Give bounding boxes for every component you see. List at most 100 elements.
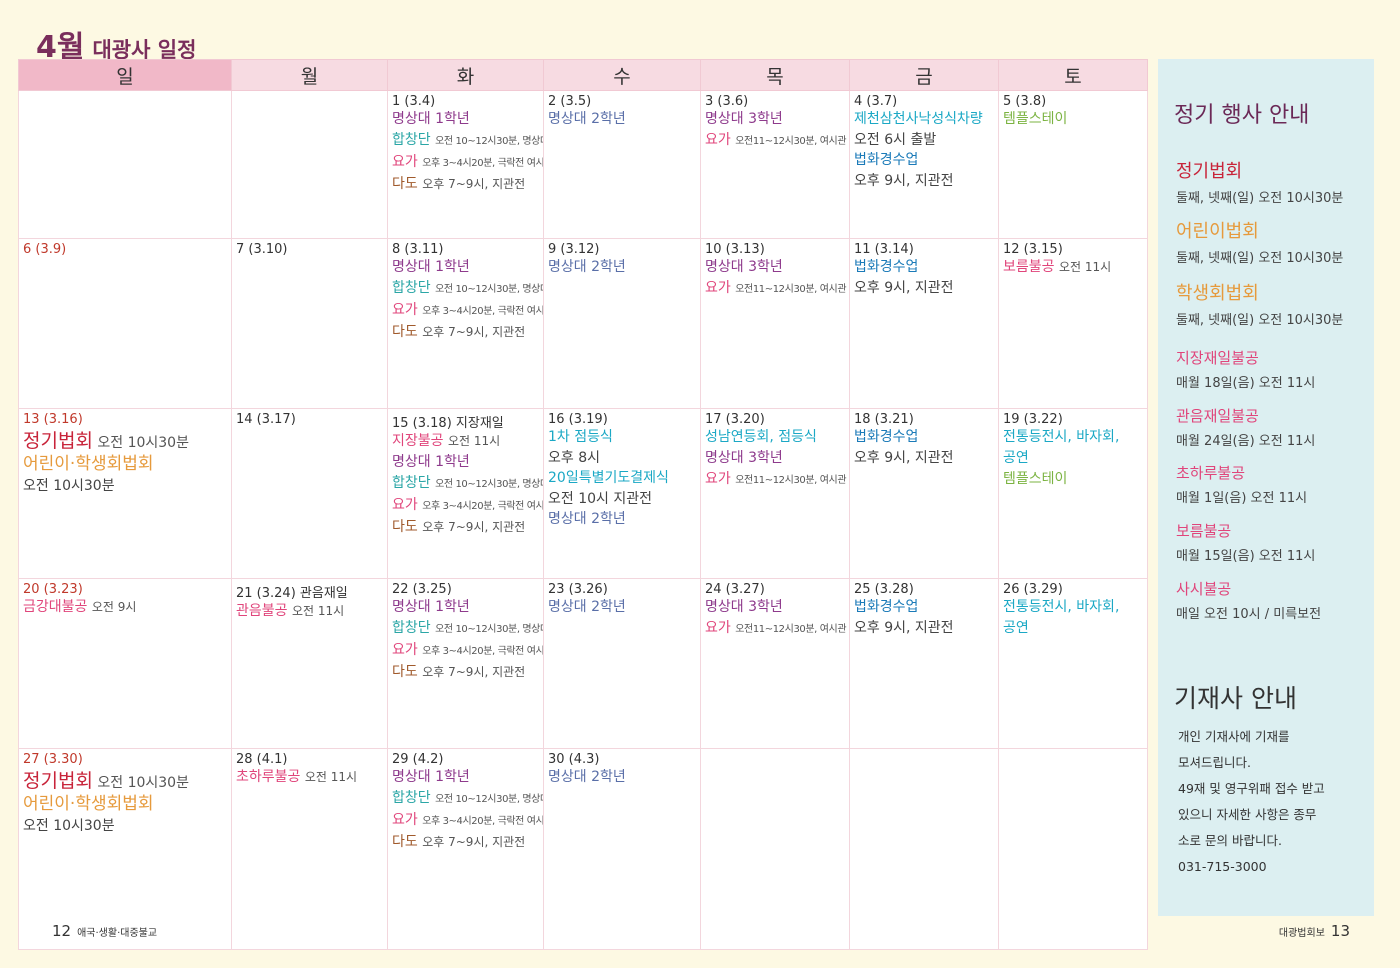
date-number: 24 (3.27) [705,582,765,597]
date-number: 10 (3.13) [705,242,765,257]
event-time: 오후 7~9시, 지관전 [422,325,526,339]
event-detail: 오전 10시 지관전 [548,491,652,507]
event-name: 명상대 2학년 [548,259,626,275]
event: 템플스테이 [1003,469,1143,490]
event: 템플스테이 [1003,109,1143,130]
day-cell: 28 (4.1) 초하루불공 오전 11시 [231,748,388,950]
day-cell: 16 (3.19) 1차 점등식 오후 8시 20일특별기도결제식 오전 10시 지관전… [543,408,701,579]
event: 명상대 1학년 [392,767,539,788]
event-name: 명상대 1학년 [392,769,470,785]
info-line: 있으니 자세한 사항은 종무 [1178,807,1317,822]
regular-event-label: 사시불공 [1176,580,1232,598]
event: 요가 오전11~12시30분, 여시관 [705,278,847,300]
day-cell: 17 (3.20) 성남연등회, 점등식 명상대 3학년 요가 오전11~12시30분… [700,408,850,579]
date-number: 4 (3.7) [854,94,898,109]
event: 요가 오전11~12시30분, 여시관 [705,618,847,640]
weekday-header: 일 월 화 수 목 금 토 [18,59,1148,91]
event: 명상대 2학년 [548,767,696,788]
date-number: 26 (3.29) [1003,582,1063,597]
regular-event-item: 정기법회 둘째, 넷째(일) 오전 10시30분 [1176,157,1343,206]
weekday-tue: 화 [387,59,544,91]
day-cell: 14 (3.17) [231,408,388,579]
date-number: 18 (3.21) [854,412,914,427]
regular-event-schedule: 매일 오전 10시 / 미륵보전 [1176,607,1322,622]
date-number: 11 (3.14) [854,242,914,257]
event: 다도 오후 7~9시, 지관전 [392,662,539,683]
day-cell: 21 (3.24) 관음재일 관음불공 오전 11시 [231,578,388,749]
event: 다도 오후 7~9시, 지관전 [392,322,539,343]
event-name: 요가 [392,302,418,318]
day-cell: 5 (3.8) 템플스테이 [998,90,1148,239]
day-cell: 30 (4.3) 명상대 2학년 [543,748,701,950]
event-time: 오전11~12시30분, 여시관 [735,284,847,295]
day-cell: 26 (3.29) 전통등전시, 바자회, 공연 [998,578,1148,749]
day-cell: 22 (3.25) 명상대 1학년합창단 오전 10~12시30분, 명상대 강의… [387,578,544,749]
date-number: 1 (3.4) [392,94,436,109]
event: 전통등전시, 바자회, [1003,597,1143,618]
event: 요가 오후 3~4시20분, 극락전 여시관 [392,152,543,174]
event-name: 공연 [1003,620,1029,636]
date-number: 14 (3.17) [236,412,296,427]
event-detail: 오후 9시, 지관전 [854,450,954,466]
event-name: 명상대 3학년 [705,259,783,275]
event-name: 명상대 2학년 [548,769,626,785]
day-cell [231,90,388,239]
event-time: 오전 9시 [91,600,137,614]
date-number: 2 (3.5) [548,94,592,109]
weekday-sat: 토 [998,59,1148,91]
date-number: 21 (3.24) 관음재일 [236,586,348,601]
event-name: 다도 [392,324,418,340]
regular-event-item: 보름불공 매월 15일(음) 오전 11시 [1176,520,1315,564]
date-number: 29 (4.2) [392,752,444,767]
memorial-info-title: 기재사 안내 [1174,684,1297,713]
event-detail: 오후 9시, 지관전 [854,280,954,296]
event-time: 오전 10~12시30분, 명상대 강의실 [435,794,542,805]
event-name: 어린이·학생회법회 [23,454,154,474]
event-time: 오전 10~12시30분, 명상대 강의실 [435,284,542,295]
event: 법화경수업 [854,427,994,448]
regular-event-label: 지장재일불공 [1176,349,1259,367]
day-cell [998,748,1148,950]
date-number: 25 (3.28) [854,582,914,597]
day-cell: 13 (3.16) 정기법회 오전 10시30분 어린이·학생회법회 오전 10시30… [18,408,232,579]
event: 지장불공 오전 11시 [392,431,539,452]
event: 명상대 2학년 [548,257,696,278]
regular-event-schedule: 매월 24일(음) 오전 11시 [1176,434,1316,449]
regular-event-label: 보름불공 [1176,522,1232,540]
event-detail: 오후 8시 [548,450,600,466]
event: 성남연등회, 점등식 [705,427,845,448]
event-name: 합창단 [392,790,431,806]
event: 정기법회 오전 10시30분 [23,431,227,454]
regular-events-title: 정기 행사 안내 [1174,103,1310,128]
event-time: 오후 3~4시20분, 극락전 여시관 [422,646,544,657]
day-cell [849,748,999,950]
event: 보름불공 오전 11시 [1003,257,1143,278]
event: 법화경수업 [854,150,994,171]
regular-events-panel: 정기 행사 안내 정기법회 둘째, 넷째(일) 오전 10시30분 어린이법회 둘째,… [1158,59,1374,916]
event-name: 법화경수업 [854,259,919,275]
regular-event-label: 관음재일불공 [1176,407,1259,425]
event-detail: 오전 6시 출발 [854,132,937,148]
event: 명상대 3학년 [705,257,845,278]
day-cell: 19 (3.22) 전통등전시, 바자회, 공연 템플스테이 [998,408,1148,579]
footer-slogan: 애국·생활·대중불교 [77,928,158,939]
event-name: 법화경수업 [854,599,919,615]
day-cell: 3 (3.6) 명상대 3학년 요가 오전11~12시30분, 여시관 [700,90,850,239]
event: 합창단 오전 10~12시30분, 명상대 강의실 [392,130,543,152]
event: 초하루불공 오전 11시 [236,767,383,788]
event-name: 명상대 1학년 [392,454,470,470]
day-cell [18,90,232,239]
date-number: 22 (3.25) [392,582,452,597]
event-name: 제천삼천사낙성식차량 [854,111,983,127]
event-detail: 오전 10시30분 [23,818,115,834]
regular-event-item: 초하루불공 매월 1일(음) 오전 11시 [1176,462,1307,506]
footer-publication: 대광법회보 [1278,928,1325,939]
date-number: 23 (3.26) [548,582,608,597]
event: 요가 오전11~12시30분, 여시관 [705,130,847,152]
regular-event-schedule: 둘째, 넷째(일) 오전 10시30분 [1176,313,1344,328]
day-cell: 2 (3.5) 명상대 2학년 [543,90,701,239]
event-name: 정기법회 [23,770,93,792]
event-name: 다도 [392,834,418,850]
day-cell: 10 (3.13) 명상대 3학년요가 오전11~12시30분, 여시관 [700,238,850,409]
event-name: 합창단 [392,132,431,148]
